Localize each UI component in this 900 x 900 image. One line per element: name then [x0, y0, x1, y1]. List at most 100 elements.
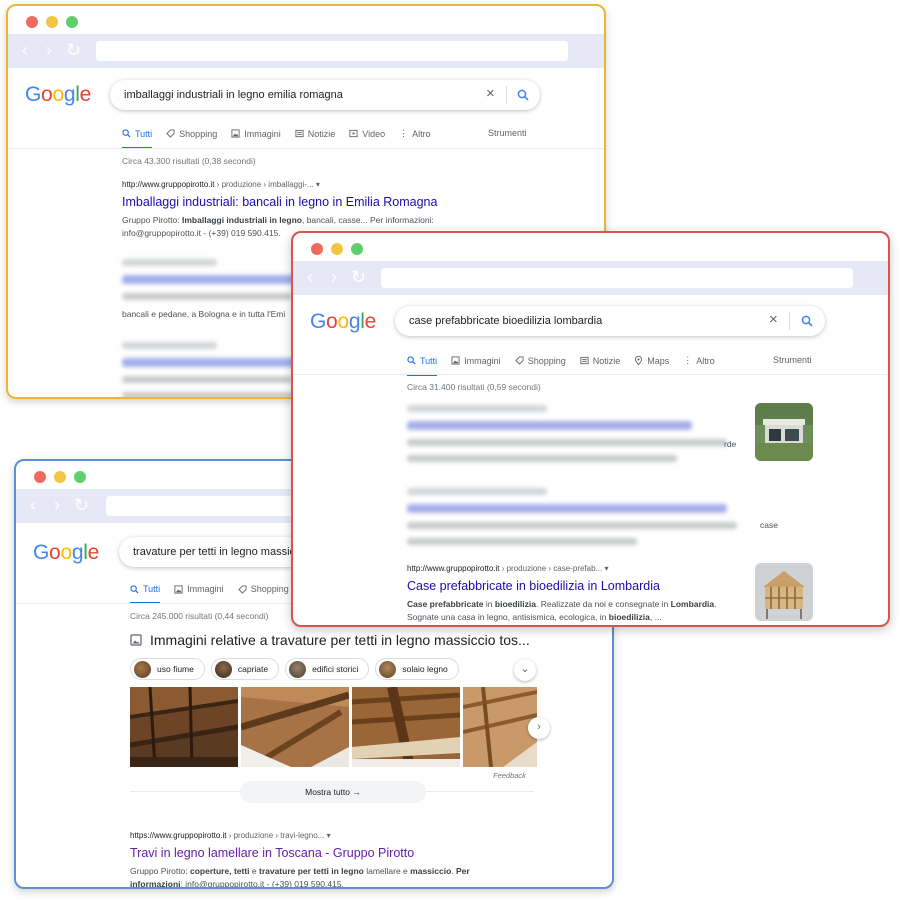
tab-label: Tutti	[135, 128, 153, 139]
divider	[789, 312, 790, 330]
reload-icon[interactable]: ↻	[66, 41, 81, 59]
forward-arrow-icon[interactable]: ›	[327, 268, 341, 286]
reload-icon[interactable]: ↻	[74, 496, 89, 514]
images-section-heading: Immagini relative a travature per tetti …	[130, 632, 530, 648]
forward-arrow-icon[interactable]: ›	[42, 41, 56, 59]
result-thumbnail[interactable]	[755, 563, 813, 621]
result-thumbnail[interactable]	[755, 403, 813, 461]
chevron-down-icon: ⌄	[520, 663, 530, 675]
result-url[interactable]: http://www.gruppopirotto.it › produzione…	[122, 180, 592, 189]
feedback-link[interactable]: Feedback	[493, 771, 526, 780]
back-arrow-icon[interactable]: ‹	[303, 268, 317, 286]
blurred-result	[122, 259, 302, 309]
search-query[interactable]: imballaggi industriali in legno emilia r…	[124, 89, 343, 101]
search-query[interactable]: travature per tetti in legno massiccio	[133, 546, 309, 558]
gallery-image[interactable]	[463, 687, 537, 767]
search-icon	[130, 584, 139, 594]
back-arrow-icon[interactable]: ‹	[26, 496, 40, 514]
tab-tutti[interactable]: Tutti	[122, 128, 153, 149]
chevron-down-icon[interactable]: ▾	[327, 831, 331, 840]
tab-altro[interactable]: ⋮ Altro	[683, 355, 715, 366]
result-snippet: case	[760, 520, 778, 530]
chip-capriate[interactable]: capriate	[210, 658, 280, 680]
search-box[interactable]: imballaggi industriali in legno emilia r…	[110, 80, 540, 110]
tab-immagini[interactable]: Immagini	[174, 584, 224, 594]
tab-label: Immagini	[187, 584, 224, 594]
address-bar[interactable]	[96, 41, 568, 61]
close-window-button[interactable]	[311, 243, 323, 255]
blurred-result	[407, 488, 737, 554]
result-snippet: Gruppo Pirotto: coperture, tetti e trava…	[130, 866, 470, 889]
gallery-image[interactable]	[241, 687, 349, 767]
search-query[interactable]: case prefabbricate bioedilizia lombardia	[409, 315, 602, 327]
gallery-image[interactable]	[352, 687, 460, 767]
tab-label: Shopping	[527, 355, 566, 366]
clear-icon[interactable]: ×	[769, 312, 778, 327]
tab-label: Notizie	[307, 128, 336, 139]
tab-altro[interactable]: ⋮ Altro	[399, 128, 431, 139]
address-bar[interactable]	[381, 268, 853, 288]
minimize-window-button[interactable]	[54, 471, 66, 483]
window-controls	[26, 16, 78, 28]
tab-shopping[interactable]: Shopping	[514, 355, 566, 366]
reload-icon[interactable]: ↻	[351, 268, 366, 286]
tab-video[interactable]: Video	[349, 129, 385, 139]
result-title[interactable]: Case prefabbricate in bioedilizia in Lom…	[407, 579, 747, 593]
chevron-right-icon: ›	[537, 721, 541, 733]
clear-icon[interactable]: ×	[486, 86, 495, 101]
maximize-window-button[interactable]	[351, 243, 363, 255]
chevron-down-icon[interactable]: ▾	[316, 180, 320, 189]
tag-icon	[166, 129, 175, 138]
tab-maps[interactable]: Maps	[634, 356, 669, 366]
gallery-image[interactable]	[130, 687, 238, 767]
show-all-button[interactable]: Mostra tutto →	[240, 781, 426, 803]
minimize-window-button[interactable]	[46, 16, 58, 28]
browser-toolbar: ‹ › ↻	[8, 34, 604, 68]
back-arrow-icon[interactable]: ‹	[18, 41, 32, 59]
chip-uso-fiume[interactable]: uso fiume	[130, 658, 205, 680]
tab-shopping[interactable]: Shopping	[237, 584, 289, 594]
tab-tutti[interactable]: Tutti	[130, 584, 161, 604]
tab-tutti[interactable]: Tutti	[407, 356, 438, 376]
google-logo[interactable]: Google	[33, 541, 99, 565]
video-icon	[349, 129, 358, 138]
tab-label: Immagini	[244, 128, 281, 139]
result-url[interactable]: http://www.gruppopirotto.it › produzione…	[407, 564, 747, 573]
chip-edifici-storici[interactable]: edifici storici	[285, 658, 370, 680]
close-window-button[interactable]	[34, 471, 46, 483]
google-logo[interactable]: Google	[310, 310, 376, 334]
image-icon	[231, 129, 240, 138]
image-icon	[174, 584, 183, 594]
blurred-result	[122, 342, 302, 397]
tab-shopping[interactable]: Shopping	[166, 129, 217, 139]
tab-label: Altro	[412, 128, 431, 139]
window-controls	[311, 243, 363, 255]
tools-button[interactable]: Strumenti	[488, 128, 527, 138]
result-url[interactable]: https://www.gruppopirotto.it › produzion…	[130, 831, 600, 840]
tab-notizie[interactable]: Notizie	[580, 356, 620, 366]
tab-immagini[interactable]: Immagini	[451, 356, 501, 366]
next-images-button[interactable]: ›	[528, 717, 550, 739]
tools-button[interactable]: Strumenti	[773, 355, 812, 365]
chevron-down-icon[interactable]: ▾	[604, 564, 608, 573]
chip-solaio-legno[interactable]: solaio legno	[375, 658, 459, 680]
tab-label: Shopping	[250, 584, 289, 594]
expand-chips-button[interactable]: ⌄	[514, 659, 536, 681]
search-icon[interactable]	[801, 315, 813, 327]
maximize-window-button[interactable]	[74, 471, 86, 483]
minimize-window-button[interactable]	[331, 243, 343, 255]
result-title[interactable]: Travi in legno lamellare in Toscana - Gr…	[130, 846, 600, 860]
search-icon[interactable]	[517, 89, 529, 101]
tab-immagini[interactable]: Immagini	[231, 129, 281, 139]
google-logo[interactable]: Google	[25, 83, 91, 107]
search-box[interactable]: case prefabbricate bioedilizia lombardia…	[395, 306, 825, 336]
close-window-button[interactable]	[26, 16, 38, 28]
result-title[interactable]: Imballaggi industriali: bancali in legno…	[122, 195, 592, 209]
results-stats: Circa 43.300 risultati (0,38 secondi)	[122, 156, 256, 166]
tab-notizie[interactable]: Notizie	[295, 128, 336, 139]
forward-arrow-icon[interactable]: ›	[50, 496, 64, 514]
browser-window-case-prefabbricate: ‹ › ↻ Google case prefabbricate bioedili…	[291, 231, 890, 627]
window-controls	[34, 471, 86, 483]
maximize-window-button[interactable]	[66, 16, 78, 28]
images-heading-text: Immagini relative a travature per tetti …	[150, 632, 530, 648]
